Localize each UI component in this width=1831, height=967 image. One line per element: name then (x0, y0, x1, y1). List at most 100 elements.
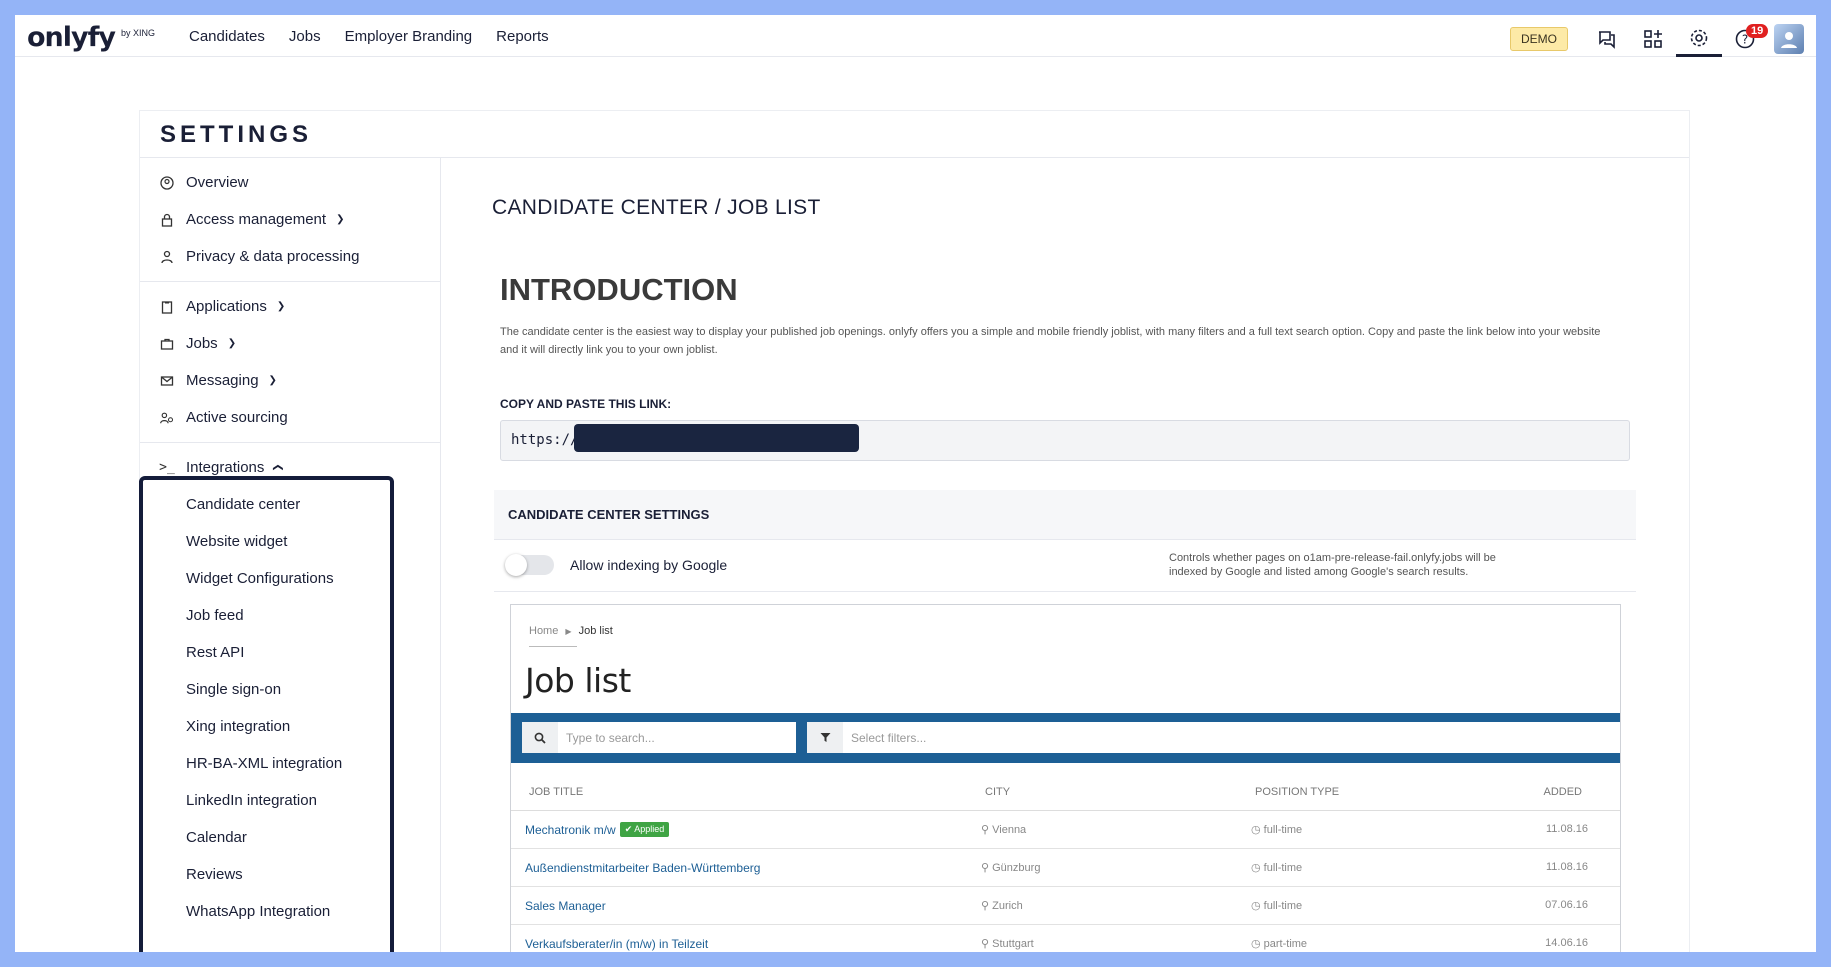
preview-filter-input[interactable]: Select filters... (807, 722, 1620, 753)
intro-text: The candidate center is the easiest way … (500, 326, 1601, 356)
sidebar-item-active-sourcing[interactable]: Active sourcing (140, 399, 440, 436)
job-city-text: Günzburg (992, 862, 1041, 874)
sidebar-subitem-reviews[interactable]: Reviews (140, 856, 440, 893)
job-city-text: Zurich (992, 900, 1023, 912)
top-navigation: onlyfy by XING Candidates Jobs Employer … (15, 15, 1816, 57)
sidebar-subitem-website-widget[interactable]: Website widget (140, 523, 440, 560)
user-circle-icon (160, 175, 174, 190)
copy-link-field[interactable]: https:// (500, 420, 1630, 461)
sidebar-subitem-rest-api[interactable]: Rest API (140, 634, 440, 671)
sidebar-group-integrations: >_ Integrations ❯ Candidate center Websi… (140, 443, 440, 930)
job-city: ⚲ Vienna (981, 823, 1026, 836)
chat-button[interactable] (1584, 21, 1630, 57)
sidebar-item-label: Integrations (186, 459, 265, 476)
indexing-description: Controls whether pages on o1am-pre-relea… (1169, 552, 1496, 578)
location-pin-icon: ⚲ (981, 862, 993, 874)
job-added: 14.06.16 (1545, 937, 1588, 949)
sidebar-subitem-candidate-center[interactable]: Candidate center (140, 486, 440, 523)
job-title-link[interactable]: Mechatronik m/w ✔ Applied (525, 822, 670, 838)
table-row[interactable]: Verkaufsberater/in (m/w) in Teilzeit ⚲ S… (511, 926, 1620, 952)
job-type-text: full-time (1263, 824, 1303, 836)
job-city: ⚲ Stuttgart (981, 937, 1034, 950)
column-added[interactable]: ADDED (1543, 786, 1582, 798)
sidebar-item-access-management[interactable]: Access management ❯ (140, 201, 440, 238)
breadcrumb: CANDIDATE CENTER / JOB LIST (492, 196, 821, 219)
sidebar-group-recruiting: Applications ❯ Jobs ❯ Messaging ❯ Active… (140, 282, 440, 443)
applied-badge: ✔ Applied (619, 822, 670, 838)
sidebar-subitem-job-feed[interactable]: Job feed (140, 597, 440, 634)
clipboard-icon (160, 300, 174, 314)
sidebar-subitem-linkedin-integration[interactable]: LinkedIn integration (140, 782, 440, 819)
column-job-title[interactable]: JOB TITLE (529, 786, 583, 798)
sidebar-subitem-widget-configurations[interactable]: Widget Configurations (140, 560, 440, 597)
job-city-text: Stuttgart (992, 938, 1034, 950)
sidebar-subitem-hr-ba-xml-integration[interactable]: HR-BA-XML integration (140, 745, 440, 782)
header-tools: DEMO ? 19 (1510, 21, 1804, 57)
chevron-right-icon: ▶ (565, 627, 572, 636)
logo[interactable]: onlyfy by XING (27, 22, 155, 53)
privacy-icon (160, 250, 174, 264)
preview-crumb-current: Job list (578, 625, 613, 637)
job-type-text: part-time (1263, 938, 1308, 950)
gear-icon (1690, 29, 1708, 46)
logo-subtext: by XING (120, 28, 155, 38)
apps-grid-icon (1644, 30, 1662, 48)
indexing-toggle-label: Allow indexing by Google (570, 557, 728, 573)
candidate-center-settings-header: CANDIDATE CENTER SETTINGS (494, 490, 1636, 540)
settings-header: SETTINGS (140, 111, 1689, 158)
settings-sidebar: Overview Access management ❯ Privacy & d… (140, 158, 441, 952)
preview-search-input[interactable]: Type to search... (522, 722, 796, 753)
column-city[interactable]: CITY (985, 786, 1010, 798)
table-row[interactable]: Sales Manager ⚲ Zurich ◷ full-time 07.06… (511, 888, 1620, 925)
search-placeholder: Type to search... (566, 730, 655, 745)
sidebar-item-privacy[interactable]: Privacy & data processing (140, 238, 440, 275)
sidebar-item-applications[interactable]: Applications ❯ (140, 288, 440, 325)
table-row[interactable]: Mechatronik m/w ✔ Applied ⚲ Vienna ◷ full… (511, 812, 1620, 849)
avatar[interactable] (1774, 24, 1804, 54)
sidebar-subitem-single-sign-on[interactable]: Single sign-on (140, 671, 440, 708)
help-button[interactable]: ? 19 (1722, 21, 1769, 57)
job-title-link[interactable]: Sales Manager (525, 899, 606, 913)
chevron-down-icon: ❯ (227, 338, 237, 349)
settings-content: CANDIDATE CENTER / JOB LIST INTRODUCTION… (442, 158, 1690, 952)
chevron-down-icon: ❯ (268, 375, 277, 386)
clock-icon: ◷ (1251, 900, 1264, 912)
sidebar-item-integrations[interactable]: >_ Integrations ❯ (140, 449, 440, 486)
job-city: ⚲ Günzburg (981, 861, 1040, 874)
link-prefix: https:// (511, 432, 579, 448)
sidebar-subitem-whatsapp-integration[interactable]: WhatsApp Integration (140, 893, 440, 930)
app-window: onlyfy by XING Candidates Jobs Employer … (15, 15, 1816, 952)
job-title-link[interactable]: Verkaufsberater/in (m/w) in Teilzeit (525, 937, 708, 951)
main-nav: Candidates Jobs Employer Branding Report… (189, 28, 549, 45)
clock-icon: ◷ (1251, 862, 1264, 874)
nav-jobs[interactable]: Jobs (289, 28, 321, 45)
apps-button[interactable] (1630, 21, 1676, 57)
job-title-link[interactable]: Außendienstmitarbeiter Baden-Württemberg (525, 861, 760, 875)
column-position-type[interactable]: POSITION TYPE (1255, 786, 1339, 798)
filter-icon (807, 722, 843, 753)
nav-reports[interactable]: Reports (496, 28, 549, 45)
table-row[interactable]: Außendienstmitarbeiter Baden-Württemberg… (511, 850, 1620, 887)
sidebar-subitem-xing-integration[interactable]: Xing integration (140, 708, 440, 745)
sidebar-item-messaging[interactable]: Messaging ❯ (140, 362, 440, 399)
applied-label: Applied (634, 824, 665, 835)
nav-employer-branding[interactable]: Employer Branding (345, 28, 473, 45)
settings-button[interactable] (1676, 21, 1722, 57)
filter-placeholder: Select filters... (851, 730, 927, 745)
preview-title: Job list (525, 661, 631, 700)
sidebar-item-overview[interactable]: Overview (140, 164, 440, 201)
preview-crumb-home[interactable]: Home (529, 625, 558, 637)
nav-candidates[interactable]: Candidates (189, 28, 265, 45)
location-pin-icon: ⚲ (981, 824, 993, 836)
sidebar-item-jobs[interactable]: Jobs ❯ (140, 325, 440, 362)
sidebar-subitem-calendar[interactable]: Calendar (140, 819, 440, 856)
sidebar-item-label: Jobs (186, 335, 218, 352)
clock-icon: ◷ (1251, 824, 1264, 836)
settings-card: SETTINGS Overview Access management ❯ Pr… (139, 110, 1690, 952)
job-added: 11.08.16 (1545, 861, 1588, 873)
job-city: ⚲ Zurich (981, 899, 1023, 912)
job-added: 07.06.16 (1545, 899, 1588, 911)
indexing-toggle[interactable] (505, 554, 554, 576)
page-title: SETTINGS (160, 121, 313, 148)
job-type-text: full-time (1263, 862, 1303, 874)
